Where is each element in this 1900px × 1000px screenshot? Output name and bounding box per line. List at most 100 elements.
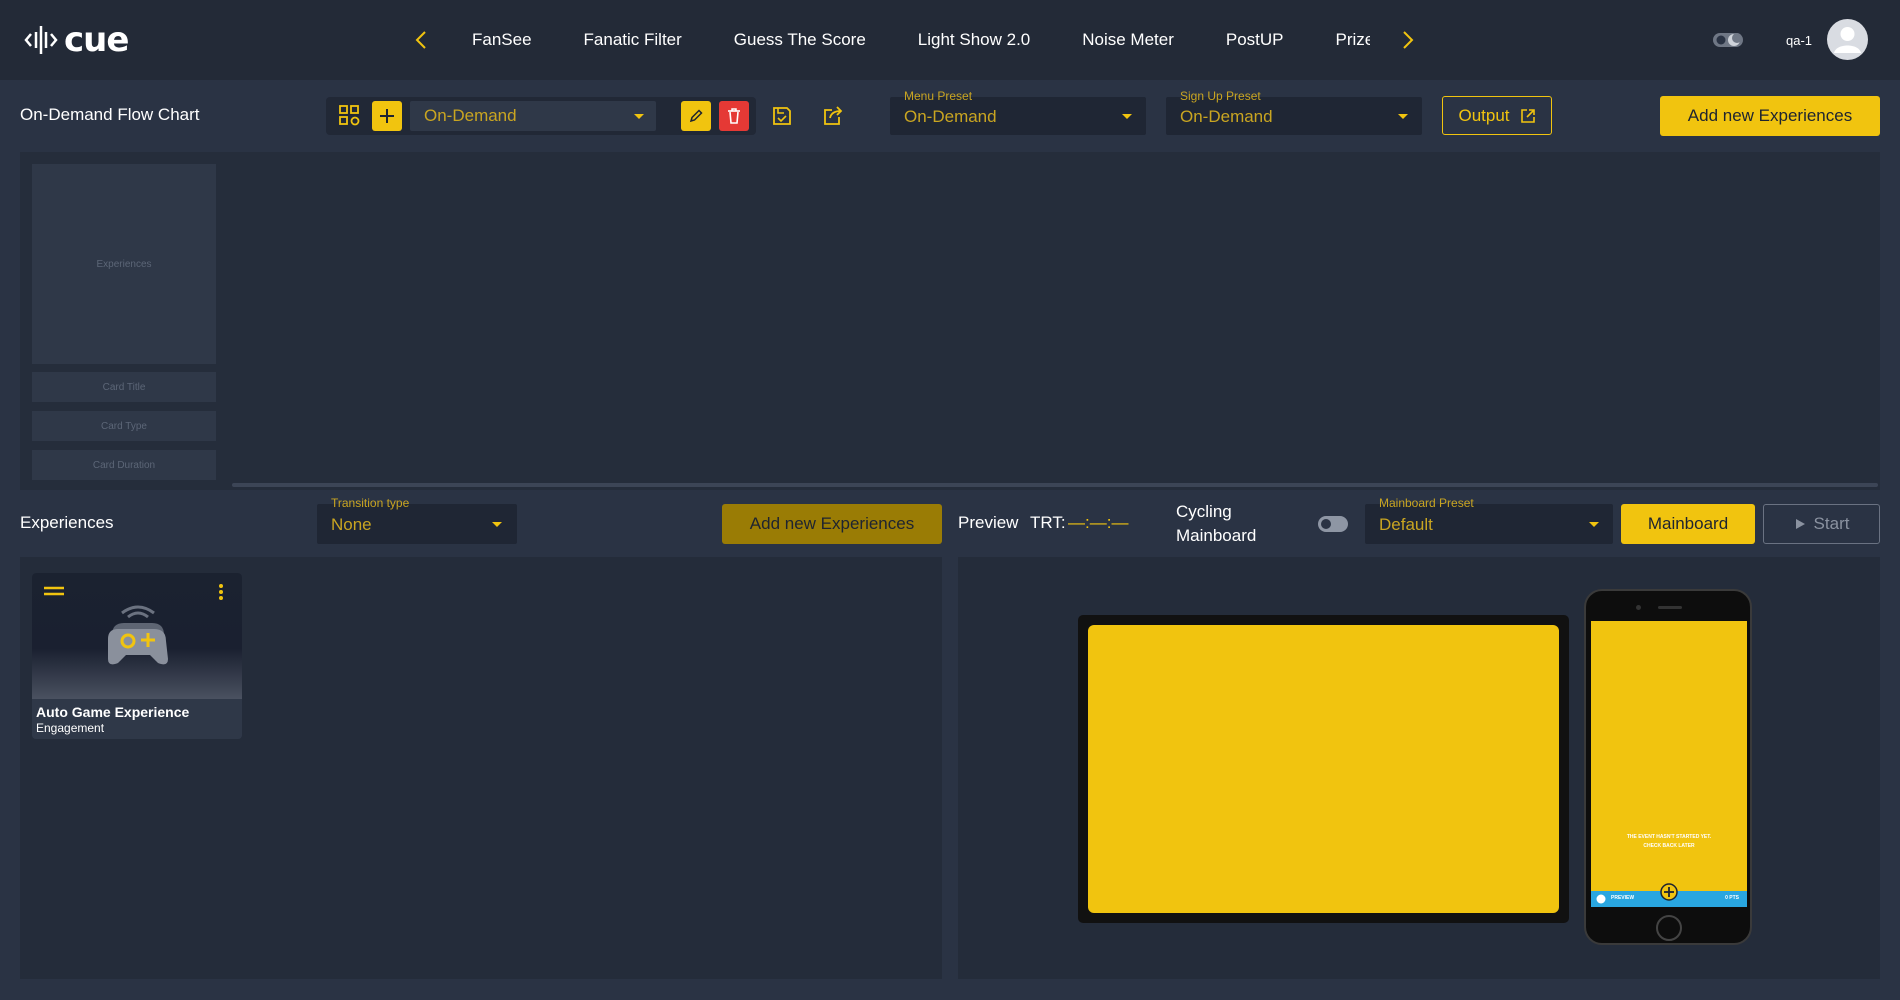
flow-chart-canvas[interactable]: Experiences Card Title Card Type Card Du… — [20, 152, 1880, 490]
nav-item-fansee[interactable]: FanSee — [472, 30, 532, 50]
phone-camera — [1636, 605, 1641, 610]
preview-panel: THE EVENT HASN'T STARTED YET. CHECK BACK… — [958, 557, 1880, 979]
ghost-card-title-text: Card Title — [102, 381, 146, 393]
tablet-preview — [1078, 615, 1569, 923]
caret-down-icon — [1398, 114, 1408, 119]
ghost-card-type-text: Card Type — [101, 420, 147, 432]
experience-nav: FanSee Fanatic Filter Guess The Score Li… — [445, 0, 1370, 80]
user-name: qa-1 — [1786, 33, 1813, 48]
mainboard-preset-label: Mainboard Preset — [1379, 496, 1474, 510]
cycling-mainboard-toggle[interactable] — [1318, 516, 1348, 532]
nav-item-prize-d[interactable]: Prize D — [1336, 30, 1370, 50]
share-icon — [824, 106, 843, 125]
experience-card-info: Auto Game Experience Engagement — [32, 699, 242, 739]
signup-preset-value: On-Demand — [1180, 107, 1273, 126]
caret-down-icon — [634, 114, 644, 119]
add-new-experiences-button[interactable]: Add new Experiences — [722, 504, 942, 544]
phone-preview: THE EVENT HASN'T STARTED YET. CHECK BACK… — [1584, 589, 1752, 945]
cue-logo[interactable]: cue — [24, 20, 129, 60]
mainboard-cycling-label: Mainboard — [1176, 526, 1257, 545]
toggle-knob — [1321, 519, 1331, 529]
add-flow-button[interactable] — [372, 101, 402, 131]
experience-card[interactable]: Auto Game Experience Engagement — [32, 573, 242, 739]
share-flow-button[interactable] — [818, 101, 848, 131]
experience-card-thumbnail — [32, 573, 242, 699]
ghost-card-title: Card Title — [32, 372, 216, 402]
mainboard-preset-value: Default — [1379, 515, 1433, 534]
start-label: Start — [1813, 514, 1850, 533]
experience-card-name: Auto Game Experience — [36, 704, 190, 720]
phone-plus-icon — [1660, 883, 1678, 901]
phone-bar-left-text: PREVIEW — [1611, 895, 1635, 901]
profile-dot-icon — [1596, 894, 1606, 904]
trash-icon — [728, 108, 740, 124]
phone-message: THE EVENT HASN'T STARTED YET. CHECK BACK… — [1591, 833, 1747, 851]
phone-bar-right-text: 0 PTS — [1725, 895, 1739, 901]
drag-handle-icon[interactable] — [44, 585, 64, 597]
save-flow-button[interactable] — [767, 101, 797, 131]
mainboard-button[interactable]: Mainboard — [1621, 504, 1755, 544]
nav-item-noise-meter[interactable]: Noise Meter — [1082, 30, 1174, 50]
caret-down-icon — [492, 522, 502, 527]
phone-speaker — [1658, 606, 1682, 609]
phone-screen: THE EVENT HASN'T STARTED YET. CHECK BACK… — [1591, 621, 1747, 907]
menu-preset-label: Menu Preset — [904, 89, 973, 103]
ghost-card-label: Experiences — [96, 258, 152, 270]
caret-down-icon — [1589, 522, 1599, 527]
menu-preset-select[interactable]: Menu Preset On-Demand — [890, 89, 1146, 135]
logo-text: cue — [64, 20, 129, 60]
ghost-card-duration: Card Duration — [32, 450, 216, 480]
ghost-card-duration-text: Card Duration — [92, 459, 156, 471]
phone-message-line-2: CHECK BACK LATER — [1643, 843, 1695, 849]
phone-message-line-1: THE EVENT HASN'T STARTED YET. — [1626, 834, 1712, 840]
pencil-icon — [689, 109, 703, 123]
nav-prev-arrow[interactable] — [409, 26, 433, 54]
output-button[interactable]: Output — [1442, 96, 1552, 135]
delete-flow-button[interactable] — [719, 101, 749, 131]
nav-item-guess-the-score[interactable]: Guess The Score — [734, 30, 866, 50]
flow-select[interactable]: On-Demand — [410, 101, 656, 131]
game-controller-icon — [108, 605, 168, 665]
top-navigation-bar: cue FanSee Fanatic Filter Guess The Scor… — [0, 0, 1900, 80]
flow-chart-scrollbar[interactable] — [232, 483, 1878, 487]
plus-icon — [380, 109, 394, 123]
transition-type-label: Transition type — [331, 496, 410, 510]
flow-chart-toolbar: On-Demand — [326, 97, 756, 135]
nav-item-light-show[interactable]: Light Show 2.0 — [918, 30, 1030, 50]
ghost-card-type: Card Type — [32, 411, 216, 441]
user-icon — [1834, 27, 1861, 53]
external-link-icon — [1520, 108, 1535, 123]
avatar[interactable] — [1827, 19, 1868, 60]
grid-settings-icon — [339, 105, 360, 126]
play-icon — [1795, 519, 1805, 529]
tablet-screen — [1088, 625, 1559, 913]
nav-next-arrow[interactable] — [1396, 26, 1420, 54]
page-title: On-Demand Flow Chart — [20, 105, 200, 124]
trt-label: TRT: — [1030, 513, 1066, 532]
start-button[interactable]: Start — [1763, 504, 1880, 544]
transition-type-value: None — [331, 515, 372, 534]
experiences-title: Experiences — [20, 513, 114, 532]
signup-preset-select[interactable]: Sign Up Preset On-Demand — [1166, 89, 1422, 135]
nav-item-postup[interactable]: PostUP — [1226, 30, 1284, 50]
edit-flow-button[interactable] — [681, 101, 711, 131]
ghost-experience-card: Experiences — [32, 164, 216, 364]
chevron-left-icon — [415, 31, 426, 49]
signup-preset-label: Sign Up Preset — [1180, 89, 1261, 103]
add-new-experiences-top-button[interactable]: Add new Experiences — [1660, 96, 1880, 136]
cycling-label: Cycling — [1176, 502, 1232, 521]
save-icon — [773, 107, 791, 125]
experiences-panel: Auto Game Experience Engagement — [20, 557, 942, 979]
grid-settings-button[interactable] — [335, 101, 365, 131]
preview-title: Preview — [958, 513, 1019, 532]
flow-select-value: On-Demand — [424, 106, 517, 125]
waveform-icon — [24, 26, 58, 54]
chevron-right-icon — [1403, 31, 1414, 49]
theme-toggle-icon[interactable] — [1712, 30, 1745, 50]
mainboard-preset-select[interactable]: Mainboard Preset Default — [1365, 496, 1613, 544]
more-options-icon[interactable] — [218, 583, 224, 601]
transition-type-select[interactable]: Transition type None — [317, 496, 517, 544]
nav-item-fanatic-filter[interactable]: Fanatic Filter — [584, 30, 682, 50]
caret-down-icon — [1122, 114, 1132, 119]
output-label: Output — [1458, 105, 1510, 125]
